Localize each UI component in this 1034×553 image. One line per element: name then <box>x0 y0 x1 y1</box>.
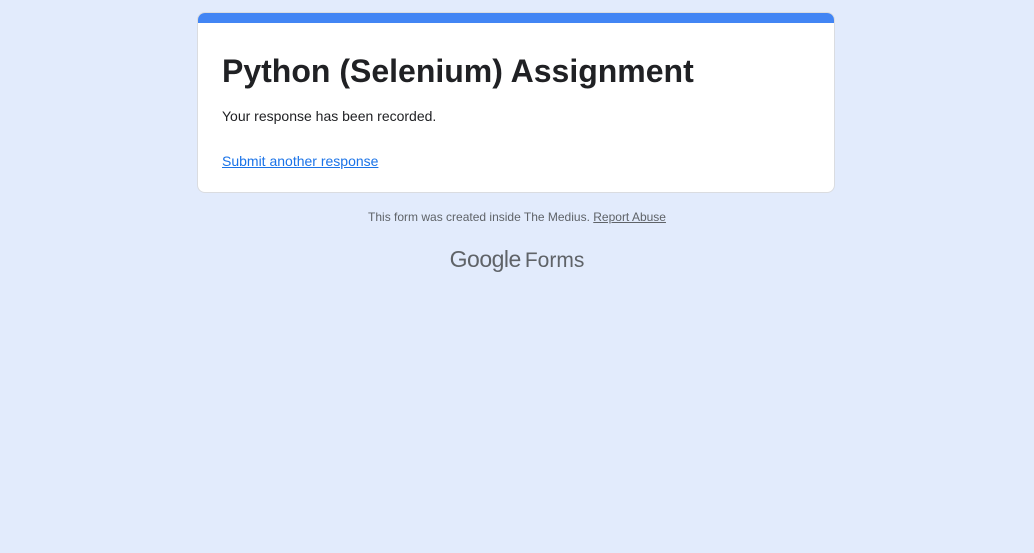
confirmation-message: Your response has been recorded. <box>222 108 437 124</box>
page: Python (Selenium) Assignment Your respon… <box>0 0 1034 553</box>
footer-note-text: This form was created inside The Medius. <box>368 210 590 224</box>
submit-another-response-link[interactable]: Submit another response <box>222 151 378 171</box>
report-abuse-link[interactable]: Report Abuse <box>593 210 666 224</box>
card-accent-bar <box>198 13 834 23</box>
google-wordmark: Google <box>449 246 522 272</box>
forms-wordmark: Forms <box>524 249 585 272</box>
google-forms-logo[interactable]: Google Forms <box>0 244 1034 278</box>
form-title: Python (Selenium) Assignment <box>222 53 694 89</box>
footer-note: This form was created inside The Medius.… <box>0 209 1034 225</box>
confirmation-card: Python (Selenium) Assignment Your respon… <box>197 12 835 193</box>
